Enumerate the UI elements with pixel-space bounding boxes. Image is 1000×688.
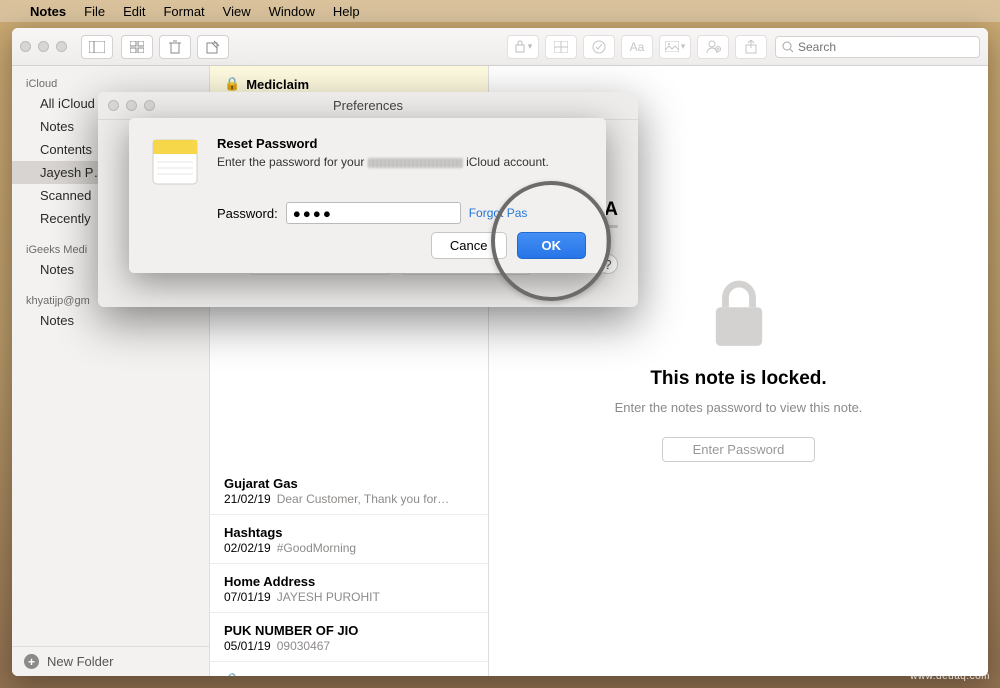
note-preview: JAYESH PUROHIT [277, 590, 380, 604]
sheet-instruction: Enter the password for your iCloud accou… [217, 155, 549, 169]
sidebar-toggle-button[interactable] [81, 35, 113, 59]
forgot-password-link[interactable]: Forgot Pas [469, 206, 528, 220]
list-item[interactable]: PUK NUMBER OF JIO 05/01/19 09030467 [210, 613, 488, 662]
app-name[interactable]: Notes [30, 4, 66, 19]
window-traffic-lights[interactable] [20, 41, 67, 52]
new-folder-label: New Folder [47, 654, 113, 669]
search-icon [782, 41, 794, 53]
compose-button[interactable] [197, 35, 229, 59]
sheet-heading: Reset Password [217, 136, 549, 151]
menu-help[interactable]: Help [333, 4, 360, 19]
note-preview: 09030467 [277, 639, 330, 653]
grid-view-button[interactable] [121, 35, 153, 59]
menu-view[interactable]: View [223, 4, 251, 19]
watermark: www.deuaq.com [910, 671, 990, 682]
sidebar-section-icloud: iCloud [12, 72, 209, 92]
menu-file[interactable]: File [84, 4, 105, 19]
menu-edit[interactable]: Edit [123, 4, 145, 19]
note-date: 07/01/19 [224, 590, 271, 604]
notes-titlebar: ▾ Aa ▾ [12, 28, 988, 66]
media-dropdown-button[interactable]: ▾ [659, 35, 691, 59]
plus-icon: + [24, 654, 39, 669]
menu-format[interactable]: Format [163, 4, 204, 19]
ok-button[interactable]: OK [517, 232, 587, 259]
locked-title: This note is locked. [650, 368, 826, 390]
search-field[interactable] [775, 36, 980, 58]
size-big-icon: A [604, 199, 618, 221]
lock-icon: 🔒 [224, 76, 240, 92]
note-title: Home Address [224, 574, 315, 589]
note-date: 02/02/19 [224, 541, 271, 555]
delete-button[interactable] [159, 35, 191, 59]
cancel-button[interactable]: Cance [431, 232, 507, 259]
locked-hint: Enter the notes password to view this no… [615, 400, 863, 415]
prefs-title-label: Preferences [98, 98, 638, 113]
note-title: PAYTM [246, 673, 289, 677]
new-folder-button[interactable]: + New Folder [12, 646, 209, 676]
note-title: Hashtags [224, 525, 283, 540]
large-lock-icon [710, 280, 768, 350]
mac-menubar: Notes File Edit Format View Window Help [0, 0, 1000, 22]
preferences-titlebar: Preferences [98, 92, 638, 120]
note-date: 05/01/19 [224, 639, 271, 653]
note-title: Gujarat Gas [224, 476, 298, 491]
lock-icon: 🔒 [224, 672, 240, 676]
share-button[interactable] [735, 35, 767, 59]
collaborate-button[interactable] [697, 35, 729, 59]
search-input[interactable] [798, 40, 973, 54]
table-button[interactable] [545, 35, 577, 59]
checklist-button[interactable] [583, 35, 615, 59]
sidebar-item-khyati-notes[interactable]: Notes [12, 309, 209, 332]
list-item[interactable]: 🔒 PAYTM [210, 662, 488, 676]
reset-password-sheet: Reset Password Enter the password for yo… [129, 118, 606, 273]
notes-app-icon [149, 136, 201, 188]
menu-window[interactable]: Window [269, 4, 315, 19]
note-preview: Dear Customer, Thank you for… [277, 492, 450, 506]
list-item[interactable]: Hashtags 02/02/19 #GoodMorning [210, 515, 488, 564]
list-item[interactable]: Home Address 07/01/19 JAYESH PUROHIT [210, 564, 488, 613]
list-item[interactable]: Gujarat Gas 21/02/19 Dear Customer, Thank… [210, 466, 488, 515]
password-label: Password: [217, 206, 278, 221]
note-date: 21/02/19 [224, 492, 271, 506]
note-title: Mediclaim [246, 77, 309, 92]
prefs-traffic-lights[interactable] [108, 100, 155, 111]
format-button[interactable]: Aa [621, 35, 653, 59]
note-preview: #GoodMorning [277, 541, 356, 555]
enter-password-button[interactable]: Enter Password [662, 437, 816, 462]
password-input[interactable] [286, 202, 461, 224]
lock-dropdown-button[interactable]: ▾ [507, 35, 539, 59]
redacted-account [368, 158, 463, 168]
note-title: PUK NUMBER OF JIO [224, 623, 358, 638]
